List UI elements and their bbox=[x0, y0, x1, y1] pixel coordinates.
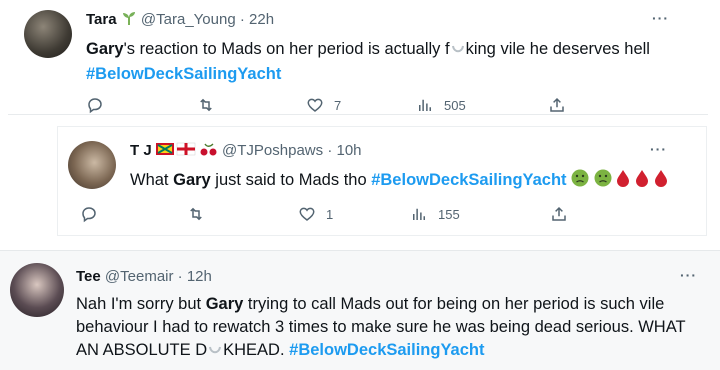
views-icon bbox=[416, 96, 434, 114]
like-count: 7 bbox=[334, 97, 342, 113]
mention-text: Gary bbox=[205, 295, 244, 313]
mention-text: Gary bbox=[86, 40, 124, 58]
spinner-icon bbox=[450, 40, 466, 63]
display-name[interactable]: T J bbox=[130, 142, 152, 159]
tweet-text: Gary's reaction to Mads on her period is… bbox=[86, 38, 686, 86]
text-segment: just said to Mads tho bbox=[210, 171, 372, 189]
handle[interactable]: @Teemair bbox=[105, 268, 174, 285]
reply-button[interactable] bbox=[80, 205, 108, 223]
tweet-header: Tee @Teemair · 12h bbox=[76, 267, 212, 287]
like-button[interactable]: 7 bbox=[306, 96, 341, 114]
more-options-icon[interactable]: ··· bbox=[680, 267, 697, 283]
text-segment: KHEAD. bbox=[223, 341, 290, 359]
drop-of-blood-icon bbox=[654, 169, 668, 194]
avatar[interactable] bbox=[24, 10, 72, 58]
like-button[interactable]: 1 bbox=[298, 205, 333, 223]
seedling-icon bbox=[121, 10, 137, 32]
tweet-card[interactable]: T J @TJPoshpaws · 10h ··· What Gary just… bbox=[58, 127, 706, 235]
nauseated-face-icon bbox=[571, 169, 589, 194]
hashtag-link[interactable]: #BelowDeckSailingYacht bbox=[86, 65, 281, 83]
hashtag-link[interactable]: #BelowDeckSailingYacht bbox=[371, 171, 566, 189]
handle[interactable]: @TJPoshpaws bbox=[222, 142, 323, 159]
tweet-text: What Gary just said to Mads tho #BelowDe… bbox=[130, 169, 700, 194]
text-segment: king vile he deserves hell bbox=[465, 40, 650, 58]
views-button[interactable]: 505 bbox=[416, 96, 466, 114]
tweet-header: Tara @Tara_Young · 22h bbox=[86, 10, 274, 32]
more-options-icon[interactable]: ··· bbox=[650, 141, 667, 157]
flags-icon bbox=[155, 141, 218, 163]
tweet-card[interactable]: Tee @Teemair · 12h ··· Nah I'm sorry but… bbox=[0, 250, 720, 370]
timestamp[interactable]: 22h bbox=[249, 11, 274, 28]
retweet-icon bbox=[196, 96, 216, 114]
drop-of-blood-icon bbox=[635, 169, 649, 194]
separator: · bbox=[177, 268, 183, 285]
timestamp[interactable]: 12h bbox=[187, 268, 212, 285]
text-segment: What bbox=[130, 171, 174, 189]
timestamp[interactable]: 10h bbox=[336, 142, 361, 159]
retweet-button[interactable] bbox=[186, 205, 216, 223]
tweet-card[interactable]: Tara @Tara_Young · 22h ··· Gary's reacti… bbox=[8, 0, 708, 115]
text-segment: 's reaction to Mads on her period is act… bbox=[123, 40, 450, 58]
like-icon bbox=[298, 205, 316, 223]
like-icon bbox=[306, 96, 324, 114]
text-segment: Nah I'm sorry but bbox=[76, 295, 206, 313]
drop-of-blood-icon bbox=[616, 169, 630, 194]
avatar[interactable] bbox=[68, 141, 116, 189]
handle[interactable]: @Tara_Young bbox=[141, 11, 236, 28]
display-name[interactable]: Tee bbox=[76, 268, 101, 285]
separator: · bbox=[327, 142, 333, 159]
retweet-icon bbox=[186, 205, 206, 223]
retweet-button[interactable] bbox=[196, 96, 226, 114]
separator: · bbox=[239, 11, 245, 28]
nauseated-face-icon bbox=[594, 169, 612, 194]
action-bar: 1 155 bbox=[80, 205, 600, 225]
hashtag-link[interactable]: #BelowDeckSailingYacht bbox=[289, 341, 484, 359]
share-icon bbox=[550, 205, 568, 223]
more-options-icon[interactable]: ··· bbox=[652, 10, 669, 26]
tweet-header: T J @TJPoshpaws · 10h bbox=[130, 141, 362, 163]
display-name[interactable]: Tara bbox=[86, 11, 117, 28]
like-count: 1 bbox=[326, 206, 334, 222]
spinner-icon bbox=[207, 341, 223, 364]
avatar[interactable] bbox=[10, 263, 64, 317]
share-button[interactable] bbox=[548, 96, 566, 114]
views-count: 155 bbox=[438, 206, 460, 222]
reply-icon bbox=[86, 96, 104, 114]
mention-text: Gary bbox=[173, 171, 211, 189]
views-icon bbox=[410, 205, 428, 223]
reply-icon bbox=[80, 205, 98, 223]
action-bar: 7 505 bbox=[86, 96, 606, 114]
views-button[interactable]: 155 bbox=[410, 205, 460, 223]
views-count: 505 bbox=[444, 97, 466, 113]
share-button[interactable] bbox=[550, 205, 568, 223]
reply-button[interactable] bbox=[86, 96, 114, 114]
share-icon bbox=[548, 96, 566, 114]
tweet-text: Nah I'm sorry but Gary trying to call Ma… bbox=[76, 293, 706, 364]
